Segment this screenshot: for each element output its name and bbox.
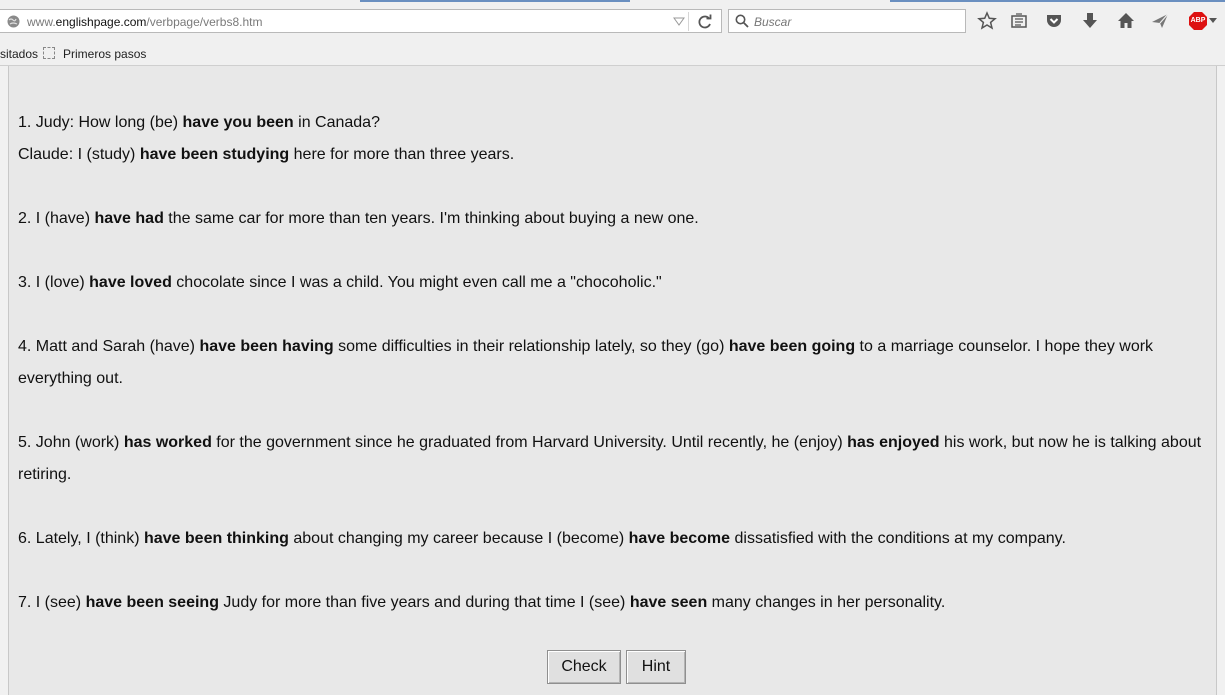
bookmark-icon xyxy=(43,47,55,59)
question-text: some difficulties in their relationship … xyxy=(333,338,729,355)
question-text: 6. Lately, I (think) xyxy=(18,530,144,547)
question-text: the same car for more than ten years. I'… xyxy=(163,210,699,227)
question-3: 3. I (love) have loved chocolate since I… xyxy=(18,267,1208,299)
answer: have loved xyxy=(89,274,172,291)
url-prefix: www. xyxy=(27,15,56,29)
question-text: many changes in her personality. xyxy=(707,594,946,611)
question-text: Judy for more than five years and during… xyxy=(218,594,630,611)
bookmark-item-label: Primeros pasos xyxy=(63,47,147,61)
share-icon[interactable] xyxy=(1150,11,1170,31)
answer: has worked xyxy=(123,434,212,451)
question-text: in Canada? xyxy=(293,114,380,131)
check-button[interactable]: Check xyxy=(547,650,621,684)
answer: have been having xyxy=(199,338,334,355)
search-icon xyxy=(735,14,749,28)
home-icon[interactable] xyxy=(1116,11,1136,31)
reading-list-icon[interactable] xyxy=(1009,11,1029,31)
navigation-toolbar: www.englishpage.com/verbpage/verbs8.htm … xyxy=(0,0,1225,42)
bookmark-item-partial[interactable]: sitados xyxy=(0,47,38,61)
question-text: dissatisfied with the conditions at my c… xyxy=(730,530,1066,547)
question-text: for the government since he graduated fr… xyxy=(211,434,848,451)
download-icon[interactable] xyxy=(1080,11,1100,31)
url-path: /verbpage/verbs8.htm xyxy=(146,15,263,29)
question-number: 1. xyxy=(18,114,32,131)
answer: have been studying xyxy=(139,146,290,163)
url-host: englishpage.com xyxy=(55,15,147,29)
question-4: 4. Matt and Sarah (have) have been havin… xyxy=(18,331,1208,395)
chevron-down-icon[interactable] xyxy=(672,13,686,29)
url-bar[interactable]: www.englishpage.com/verbpage/verbs8.htm xyxy=(0,9,722,33)
pocket-icon[interactable] xyxy=(1044,11,1064,31)
search-bar[interactable]: Buscar xyxy=(728,9,966,33)
question-7: 7. I (see) have been seeing Judy for mor… xyxy=(18,587,1208,619)
answer: has enjoyed xyxy=(847,434,940,451)
reload-icon[interactable] xyxy=(696,13,714,31)
question-text: here for more than three years. xyxy=(289,146,515,163)
star-icon[interactable] xyxy=(977,11,997,31)
bookmarks-toolbar: sitados Primeros pasos xyxy=(0,42,1225,66)
page-content: 1. Judy: How long (be) have you been in … xyxy=(8,66,1217,695)
question-5: 5. John (work) has worked for the govern… xyxy=(18,427,1208,491)
url-separator xyxy=(688,12,689,31)
answer: have been thinking xyxy=(143,530,289,547)
answer: have had xyxy=(94,210,164,227)
tab-strip-accent xyxy=(890,0,1225,2)
answer: have been going xyxy=(728,338,856,355)
question-1: 1. Judy: How long (be) have you been in … xyxy=(18,107,1208,171)
question-text: about changing my career because I (beco… xyxy=(288,530,629,547)
question-text: 4. Matt and Sarah (have) xyxy=(18,338,200,355)
question-text: 5. John (work) xyxy=(18,434,124,451)
question-2: 2. I (have) have had the same car for mo… xyxy=(18,203,1208,235)
question-text: Claude: I (study) xyxy=(18,146,140,163)
search-placeholder: Buscar xyxy=(754,15,792,29)
tab-strip-accent xyxy=(360,0,630,2)
adblock-button[interactable]: ABP xyxy=(1188,11,1218,31)
hint-button[interactable]: Hint xyxy=(626,650,686,684)
question-6: 6. Lately, I (think) have been thinking … xyxy=(18,523,1208,555)
question-text: 2. I (have) xyxy=(18,210,95,227)
url-text: www.englishpage.com/verbpage/verbs8.htm xyxy=(27,15,262,29)
adblock-label: ABP xyxy=(1190,17,1206,24)
globe-icon xyxy=(7,15,20,28)
answer: have become xyxy=(628,530,731,547)
question-text: chocolate since I was a child. You might… xyxy=(171,274,662,291)
chevron-down-icon xyxy=(1209,18,1217,23)
answer: have been seeing xyxy=(85,594,219,611)
answer: have seen xyxy=(629,594,708,611)
answer: have you been xyxy=(182,114,294,131)
question-text: 7. I (see) xyxy=(18,594,86,611)
question-text: Judy: How long (be) xyxy=(31,114,183,131)
question-text: 3. I (love) xyxy=(18,274,90,291)
